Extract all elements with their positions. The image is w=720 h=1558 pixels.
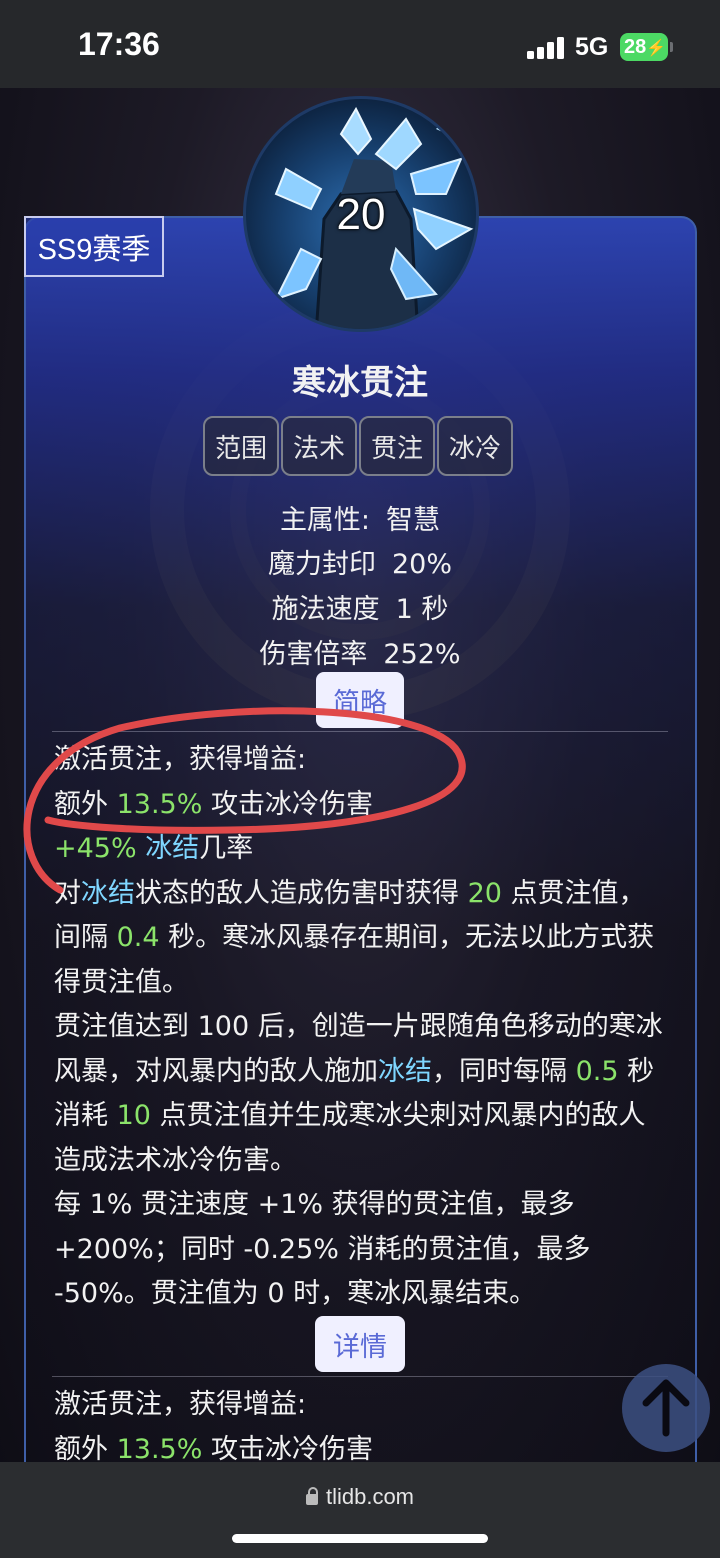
summary-line-3: +45% 冰结几率 [54, 827, 664, 872]
summary-line-1: 激活贯注，获得增益: [54, 744, 307, 775]
details-line-1: 激活贯注，获得增益: [54, 1389, 307, 1420]
skill-tags: 范围 法术 贯注 冰冷 [203, 416, 513, 476]
attr-value: 252% [383, 639, 461, 670]
summary-paragraph-1: 对冰结状态的敌人造成伤害时获得 20 点贯注值，间隔 0.4 秒。寒冰风暴存在期… [54, 872, 664, 1006]
text: 攻击冰冷伤害 [202, 788, 373, 820]
status-time: 17:36 [78, 26, 160, 62]
divider [52, 1376, 668, 1377]
attr-value: 1 秒 [395, 594, 449, 625]
tag-channel[interactable]: 贯注 [359, 416, 435, 476]
attr-mana-seal: 魔力封印 20% [0, 542, 720, 581]
attr-damage-multiplier: 伤害倍率 252% [0, 632, 720, 671]
text: 额外 [54, 1433, 117, 1465]
signal-icon [527, 37, 565, 59]
number: 13.5% [116, 1433, 203, 1465]
text: 对 [54, 877, 81, 909]
skill-level: 20 [336, 190, 386, 239]
keyword-link[interactable]: 冰结 [378, 1056, 432, 1087]
summary-paragraph-3: 每 1% 贯注速度 +1% 获得的贯注值，最多 +200%；同时 -0.25% … [54, 1189, 591, 1309]
text: 攻击冰冷伤害 [202, 1433, 373, 1465]
text: ，同时每隔 [432, 1055, 576, 1087]
arrow-up-icon [642, 1379, 690, 1437]
number: 0.5 [575, 1055, 619, 1087]
number: 10 [116, 1100, 151, 1131]
tag-cold[interactable]: 冰冷 [437, 416, 513, 476]
home-indicator[interactable] [232, 1534, 488, 1543]
tag-spell[interactable]: 法术 [281, 416, 357, 476]
url-text: tlidb.com [325, 1484, 415, 1509]
status-bar: 17:36 5G 28⚡ [0, 0, 720, 88]
battery-tip [670, 42, 673, 52]
battery-icon: 28⚡ [620, 33, 668, 61]
attr-main-stat: 主属性: 智慧 [0, 498, 720, 537]
address-bar[interactable]: tlidb.com [0, 1484, 720, 1510]
number: 20 [467, 877, 502, 909]
keyword-link[interactable]: 冰结 [145, 833, 199, 864]
attr-label: 主属性: [279, 505, 371, 536]
number: 0.4 [116, 922, 160, 953]
season-tag: SS9赛季 [24, 216, 164, 277]
divider [52, 731, 668, 732]
attr-label: 伤害倍率 [259, 639, 368, 670]
attr-label: 魔力封印 [267, 549, 376, 580]
text: 额外 [54, 788, 117, 820]
number: 13.5% [116, 788, 203, 820]
tag-range[interactable]: 范围 [203, 416, 279, 476]
skill-name: 寒冰贯注 [292, 363, 428, 403]
text: 状态的敌人造成伤害时获得 [135, 877, 468, 909]
keyword-link[interactable]: 冰结 [81, 878, 135, 909]
scroll-to-top-button[interactable] [622, 1364, 710, 1452]
summary-text: 激活贯注，获得增益: 额外 13.5% 攻击冰冷伤害 +45% 冰结几率 对冰结… [54, 738, 664, 1317]
number: +45% [54, 833, 137, 864]
details-text: 激活贯注，获得增益: 额外 13.5% 攻击冰冷伤害 [54, 1383, 664, 1472]
attr-cast-speed: 施法速度 1 秒 [0, 587, 720, 626]
network-type: 5G [575, 33, 609, 61]
attr-value: 20% [391, 549, 452, 580]
summary-button[interactable]: 简略 [316, 672, 404, 728]
lock-icon [305, 1487, 318, 1505]
text: 几率 [199, 833, 254, 864]
battery-level: 28 [624, 36, 647, 58]
summary-line-2: 额外 13.5% 攻击冰冷伤害 [54, 783, 664, 828]
browser-bottom-bar [0, 1462, 720, 1558]
details-button[interactable]: 详情 [315, 1316, 405, 1372]
attr-value: 智慧 [386, 505, 441, 536]
summary-paragraph-2: 贯注值达到 100 后，创造一片跟随角色移动的寒冰风暴，对风暴内的敌人施加冰结，… [54, 1005, 664, 1183]
attr-label: 施法速度 [271, 594, 380, 625]
